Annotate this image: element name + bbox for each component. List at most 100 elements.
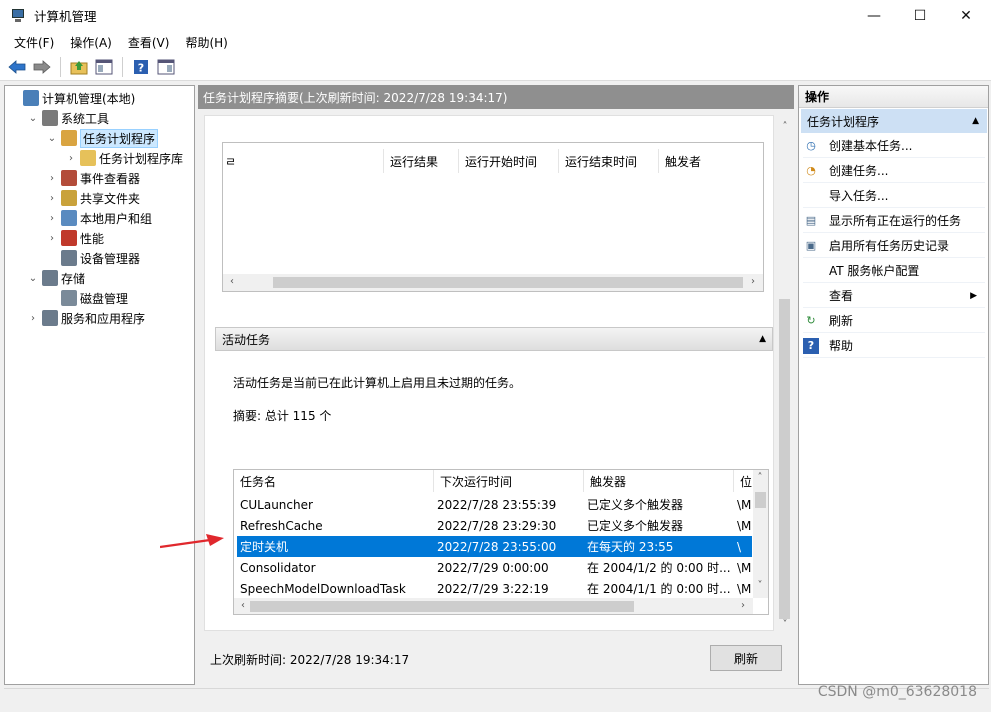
action-item[interactable]: ? 帮助 [803, 334, 985, 358]
column-header-task-name[interactable]: 任务名 [234, 470, 434, 492]
clock-icon [61, 130, 77, 146]
table-row[interactable]: 定时关机 2022/7/28 23:55:00 在每天的 23:55 \ [237, 536, 752, 557]
tree-item-label: 任务计划程序 [80, 128, 159, 148]
create-task-icon: ◔ [806, 164, 816, 177]
scrollbar-thumb[interactable] [250, 601, 634, 612]
scroll-right-arrow-icon[interactable]: › [746, 276, 760, 287]
action-item[interactable]: ▣ 启用所有任务历史记录 [803, 234, 985, 258]
users-icon [61, 210, 77, 226]
task-cell-name: CULauncher [240, 497, 313, 512]
tree-item[interactable]: 设备管理器 [45, 248, 140, 268]
tree-item[interactable]: ⌄ 系统工具 [26, 108, 109, 128]
collapse-caret-icon[interactable]: ▲ [759, 334, 766, 344]
column-header-location[interactable]: 位 [734, 470, 754, 492]
scroll-left-arrow-icon[interactable]: ‹ [236, 600, 250, 611]
scrollbar-thumb[interactable] [755, 492, 766, 508]
menu-file[interactable]: 文件(F) [6, 34, 62, 51]
tree-item[interactable]: › 共享文件夹 [45, 188, 140, 208]
tree-item[interactable]: › 服务和应用程序 [26, 308, 145, 328]
properties-icon[interactable] [93, 56, 115, 78]
actions-group-label: 任务计划程序 [807, 114, 880, 129]
tree-item[interactable]: 磁盘管理 [45, 288, 128, 308]
collapse-chevron-icon[interactable]: › [45, 213, 59, 224]
scrollbar-thumb[interactable] [273, 277, 743, 288]
column-header-next-run[interactable]: 下次运行时间 [434, 470, 584, 492]
svg-text:?: ? [138, 61, 144, 74]
task-cell-trigger: 在 2004/1/1 的 0:00 时... [587, 582, 731, 596]
menu-help[interactable]: 帮助(H) [177, 34, 235, 51]
forward-arrow-icon[interactable] [31, 56, 53, 78]
tree-item[interactable]: 计算机管理(本地) [7, 88, 135, 108]
action-item[interactable]: AT 服务帐户配置 [803, 259, 985, 283]
task-list-vertical-scrollbar[interactable]: ˄ ˅ [753, 470, 768, 598]
tree-item[interactable]: ⌄ 存储 [26, 268, 85, 288]
active-tasks-list[interactable]: 任务名 下次运行时间 触发器 位 ˄ ˅ ‹ › CULauncher 2022/… [233, 469, 769, 615]
tools-icon [42, 110, 58, 126]
action-item[interactable]: ▤ 显示所有正在运行的任务 [803, 209, 985, 233]
collapse-caret-icon[interactable]: ▲ [972, 116, 979, 126]
horizontal-scrollbar[interactable]: ‹ › [223, 274, 763, 291]
help-icon[interactable]: ? [130, 56, 152, 78]
show-hide-icon[interactable] [155, 56, 177, 78]
disk-icon [61, 290, 77, 306]
tree-item-label: 服务和应用程序 [61, 311, 146, 326]
task-cell-loc: \M [737, 581, 752, 596]
column-header-run-end[interactable]: 运行结束时间 [558, 149, 658, 173]
action-item[interactable]: ◷ 创建基本任务... [803, 134, 985, 158]
computer-management-icon [10, 8, 26, 24]
collapse-chevron-icon[interactable]: › [45, 233, 59, 244]
tree-item[interactable]: › 任务计划程序库 [64, 148, 183, 168]
up-folder-icon[interactable] [68, 56, 90, 78]
scroll-down-arrow-icon[interactable]: ˅ [778, 619, 792, 630]
column-header-run-result[interactable]: 运行结果 [383, 149, 458, 173]
minimize-button[interactable]: — [851, 0, 897, 31]
expand-chevron-icon[interactable]: ⌄ [26, 273, 40, 284]
table-row[interactable]: CULauncher 2022/7/28 23:55:39 已定义多个触发器 \M [237, 494, 752, 515]
tree-item[interactable]: › 本地用户和组 [45, 208, 152, 228]
expand-chevron-icon[interactable]: ⌄ [26, 113, 40, 124]
tree-item[interactable]: ⌄ 任务计划程序 [45, 128, 159, 148]
tree-item-label: 计算机管理(本地) [42, 91, 136, 106]
back-arrow-icon[interactable] [6, 56, 28, 78]
active-tasks-section-header[interactable]: 活动任务 ▲ [215, 327, 773, 351]
column-header-triggered-by[interactable]: 触发者 [658, 149, 758, 173]
middle-vertical-scrollbar[interactable]: ˄ ˅ [776, 109, 793, 639]
collapse-chevron-icon[interactable]: › [64, 153, 78, 164]
tree-item[interactable]: › 性能 [45, 228, 104, 248]
action-item[interactable]: 查看 ▶ [803, 284, 985, 308]
collapse-chevron-icon[interactable]: › [45, 173, 59, 184]
scroll-up-arrow-icon[interactable]: ˄ [753, 472, 767, 483]
action-item[interactable]: ↻ 刷新 [803, 309, 985, 333]
task-status-list[interactable]: ㄹ 运行结果 运行开始时间 运行结束时间 触发者 ‹ › [222, 142, 764, 292]
action-label: AT 服务帐户配置 [829, 264, 920, 278]
scroll-left-arrow-icon[interactable]: ‹ [225, 276, 239, 287]
menu-view[interactable]: 查看(V) [120, 34, 178, 51]
collapse-chevron-icon[interactable]: › [45, 193, 59, 204]
expand-chevron-icon[interactable]: ⌄ [45, 133, 59, 144]
scroll-right-arrow-icon[interactable]: › [736, 600, 750, 611]
submenu-arrow-icon: ▶ [970, 290, 977, 301]
tree-item[interactable]: › 事件查看器 [45, 168, 140, 188]
scroll-up-arrow-icon[interactable]: ˄ [778, 121, 792, 132]
task-list-horizontal-scrollbar[interactable]: ‹ › [234, 598, 753, 614]
table-row[interactable]: SpeechModelDownloadTask 2022/7/29 3:22:19… [237, 578, 752, 599]
collapse-chevron-icon[interactable]: › [26, 313, 40, 324]
column-header-run-start[interactable]: 运行开始时间 [458, 149, 558, 173]
table-row[interactable]: RefreshCache 2022/7/28 23:29:30 已定义多个触发器 \M [237, 515, 752, 536]
menu-action[interactable]: 操作(A) [62, 34, 120, 51]
scroll-down-arrow-icon[interactable]: ˅ [753, 580, 767, 591]
maximize-button[interactable]: ☐ [897, 0, 943, 31]
refresh-button[interactable]: 刷新 [710, 645, 782, 671]
actions-header: 操作 [799, 86, 988, 108]
column-header-trigger[interactable]: 触发器 [584, 470, 734, 492]
close-button[interactable]: ✕ [943, 0, 989, 31]
last-refresh-time: 上次刷新时间: 2022/7/28 19:34:17 [210, 653, 410, 667]
task-cell-loc: \ [737, 539, 742, 554]
action-item[interactable]: ◔ 创建任务... [803, 159, 985, 183]
actions-group-task-scheduler[interactable]: 任务计划程序 ▲ [801, 109, 987, 133]
table-row[interactable]: Consolidator 2022/7/29 0:00:00 在 2004/1/2 … [237, 557, 752, 578]
action-item[interactable]: 导入任务... [803, 184, 985, 208]
toolbar-separator [122, 56, 123, 77]
tree-item-label: 共享文件夹 [80, 191, 141, 206]
scrollbar-thumb[interactable] [779, 299, 790, 619]
